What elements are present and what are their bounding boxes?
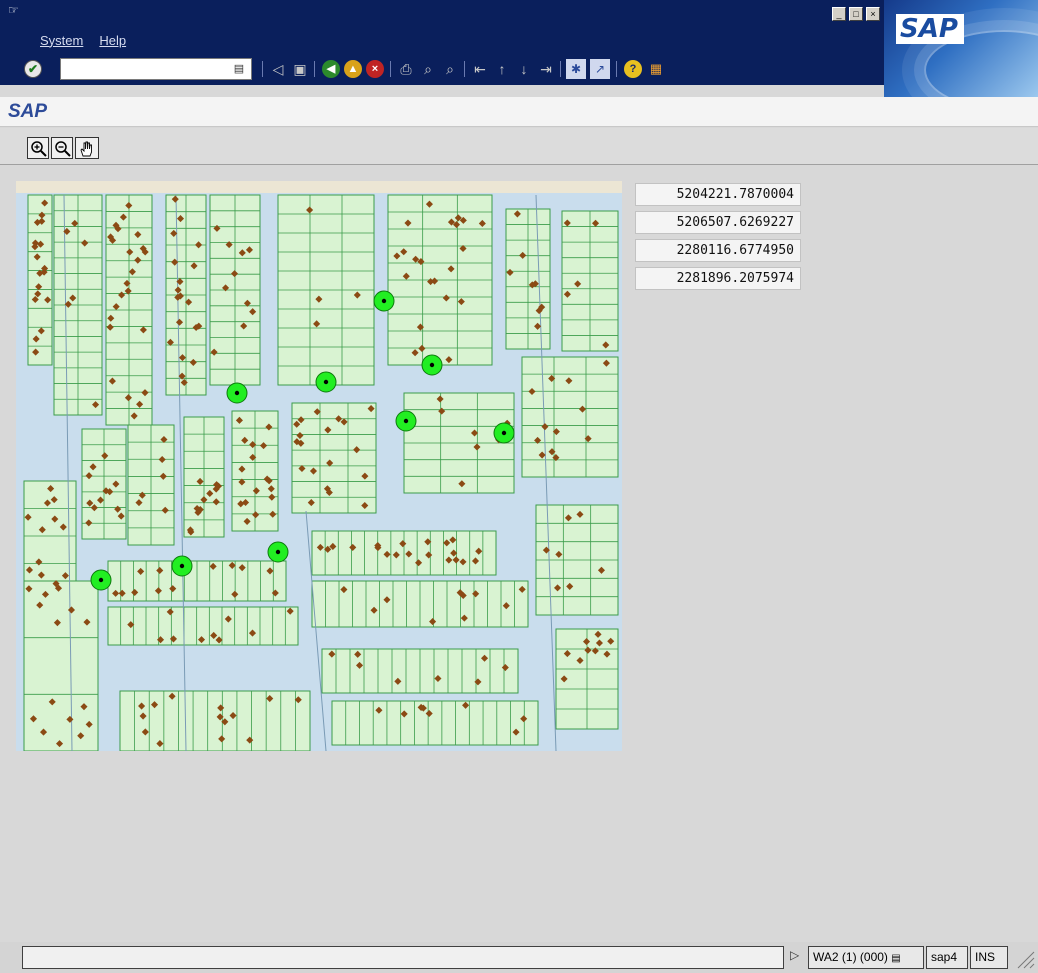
toolbar-separator [262, 61, 263, 77]
status-list-icon[interactable]: ▤ [891, 953, 900, 964]
toolbar-separator [616, 61, 617, 77]
title-menu-bar: ☞ System Help _ □ × [0, 0, 1038, 55]
exit-icon[interactable]: ▲ [344, 60, 362, 78]
coordinate-field-4: 2281896.2075974 [635, 267, 801, 290]
parcel-block [521, 356, 619, 478]
application-toolbar [0, 128, 1038, 165]
save-icon[interactable]: ▣ [290, 59, 310, 79]
menu-help[interactable]: Help [99, 33, 126, 48]
map-top-margin [16, 181, 622, 193]
zoom-in-icon[interactable] [27, 137, 49, 159]
status-system-text: WA2 (1) (000) [813, 950, 888, 964]
toolbar-separator [560, 61, 561, 77]
coordinate-field-3: 2280116.6774950 [635, 239, 801, 262]
create-session-icon[interactable]: ✱ [566, 59, 586, 79]
selected-point-center [323, 379, 329, 385]
parcel-block [119, 690, 311, 751]
selected-point-center [429, 362, 435, 368]
selected-point-center [98, 577, 104, 583]
sap-logo: SAP [884, 0, 1038, 97]
green-back-icon[interactable]: ◀ [322, 60, 340, 78]
map-viewer[interactable] [16, 181, 622, 751]
window-controls: _ □ × [832, 7, 880, 21]
toolbar-separator [390, 61, 391, 77]
coordinate-field-1: 5204221.7870004 [635, 183, 801, 206]
toolbar-separator [314, 61, 315, 77]
selected-point-center [403, 418, 409, 424]
last-page-icon[interactable]: ⇥ [536, 59, 556, 79]
menu-system[interactable]: System [40, 33, 83, 48]
command-history-icon[interactable]: ▤ [232, 60, 246, 78]
cancel-icon[interactable]: × [366, 60, 384, 78]
back-icon[interactable]: ◁ [268, 59, 288, 79]
minimize-icon[interactable]: _ [832, 7, 846, 21]
first-page-icon[interactable]: ⇤ [470, 59, 490, 79]
close-window-icon[interactable]: × [866, 7, 880, 21]
coordinate-field-2: 5206507.6269227 [635, 211, 801, 234]
status-server: sap4 [926, 946, 968, 969]
status-message [22, 946, 784, 969]
selected-point-center [501, 430, 507, 436]
selected-point-center [381, 298, 387, 304]
selected-point-center [234, 390, 240, 396]
system-menu-icon[interactable]: ☞ [8, 4, 22, 16]
print-icon[interactable]: ⎙ [396, 59, 416, 79]
next-page-icon[interactable]: ↓ [514, 59, 534, 79]
parcel-map[interactable] [16, 181, 622, 751]
status-toggle-icon[interactable]: ▷ [790, 948, 799, 962]
menu-bar: System Help [40, 33, 126, 48]
status-system[interactable]: WA2 (1) (000) ▤ [808, 946, 924, 969]
parcel-block [331, 700, 539, 746]
logo-text: SAP [896, 14, 964, 44]
page-title: SAP [8, 101, 48, 122]
pan-hand-icon[interactable] [75, 137, 99, 159]
enter-icon[interactable]: ✔ [24, 60, 42, 78]
title-area: SAP [0, 97, 1038, 127]
parcel-block [291, 402, 377, 514]
maximize-icon[interactable]: □ [849, 7, 863, 21]
toolbar-separator [464, 61, 465, 77]
layout-menu-icon[interactable]: ▦ [646, 59, 666, 79]
command-field[interactable] [60, 58, 252, 80]
shortcut-icon[interactable]: ↗ [590, 59, 610, 79]
help-icon[interactable]: ? [624, 60, 642, 78]
previous-page-icon[interactable]: ↑ [492, 59, 512, 79]
resize-grip-icon[interactable] [1012, 946, 1036, 970]
zoom-out-icon[interactable] [51, 137, 73, 159]
find-icon[interactable]: ⌕ [418, 59, 438, 79]
selected-point-center [275, 549, 281, 555]
status-mode[interactable]: INS [970, 946, 1008, 969]
selected-point-center [179, 563, 185, 569]
find-next-icon[interactable]: ⌕ [440, 59, 460, 79]
